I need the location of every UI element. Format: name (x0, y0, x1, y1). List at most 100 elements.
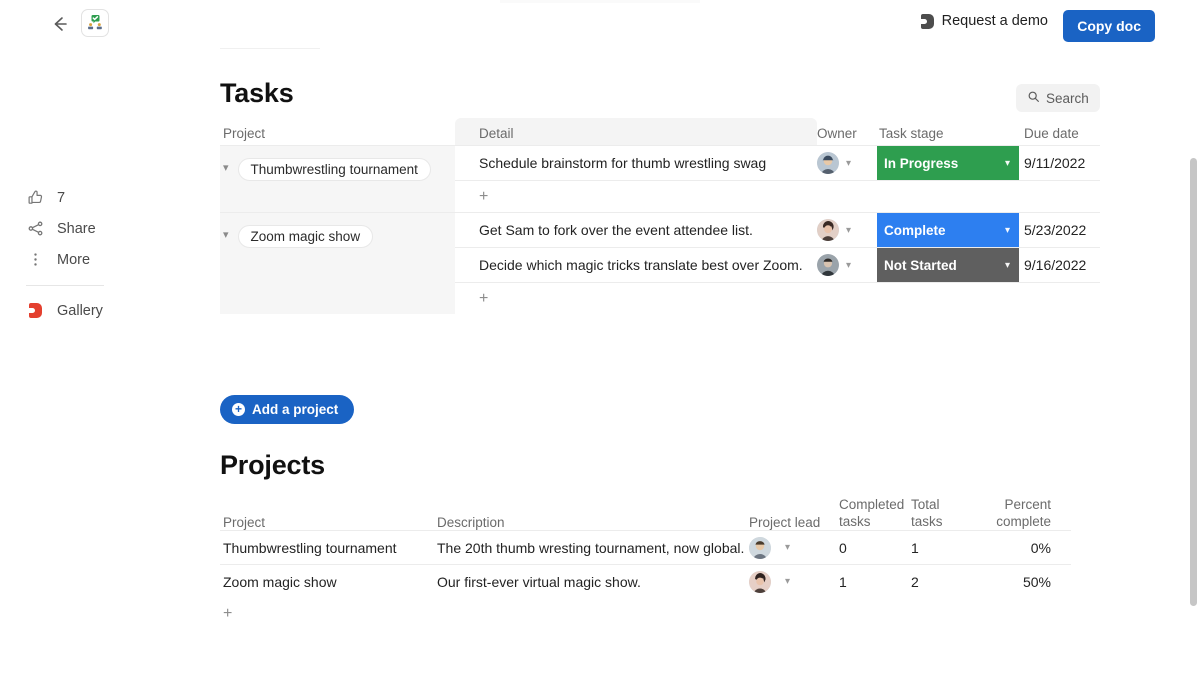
task-detail-cell[interactable]: Schedule brainstorm for thumb wrestling … (455, 146, 817, 180)
tasks-table: Project Detail Owner Task stage Due date… (220, 118, 1100, 314)
scroll-artifact-line (220, 48, 320, 49)
task-stage-cell[interactable]: In Progress ▾ (877, 146, 1019, 180)
tasks-col-due-date[interactable]: Due date (1019, 118, 1100, 145)
project-description-cell[interactable]: The 20th thumb wresting tournament, now … (437, 540, 749, 556)
task-stage-cell[interactable]: Complete ▾ (877, 213, 1019, 247)
chevron-down-icon[interactable]: ▾ (846, 158, 851, 169)
task-due-date-cell[interactable]: 9/16/2022 (1019, 248, 1100, 282)
projects-col-total-tasks[interactable]: Total tasks (911, 496, 976, 530)
status-badge-label: In Progress (884, 156, 958, 171)
request-demo-link[interactable]: Request a demo (921, 13, 1048, 29)
back-arrow-icon[interactable] (48, 13, 70, 35)
project-percent-complete-cell[interactable]: 0% (976, 540, 1054, 556)
task-owner-cell[interactable]: ▾ (817, 248, 877, 282)
task-detail-cell[interactable]: Get Sam to fork over the event attendee … (455, 213, 817, 247)
project-add-row[interactable]: + (220, 598, 1071, 630)
projects-col-completed-tasks[interactable]: Completed tasks (839, 496, 911, 530)
plus-icon[interactable]: + (479, 189, 488, 205)
avatar (817, 219, 839, 241)
avatar (817, 254, 839, 276)
rail-item-share[interactable]: Share (26, 213, 176, 244)
search-icon (1027, 90, 1040, 106)
table-row[interactable]: Thumbwrestling tournament The 20th thumb… (220, 530, 1071, 564)
chevron-down-icon[interactable]: ▾ (846, 260, 851, 271)
task-group-project-cell[interactable]: ▾ Zoom magic show (220, 213, 455, 314)
add-project-button[interactable]: + Add a project (220, 395, 354, 424)
thumbs-up-icon (26, 189, 44, 206)
chevron-down-icon[interactable]: ▾ (785, 576, 790, 587)
project-name-cell[interactable]: Thumbwrestling tournament (220, 540, 437, 556)
coda-logo-icon (26, 303, 44, 318)
request-demo-label: Request a demo (942, 13, 1048, 29)
left-rail: 7 Share More (26, 182, 176, 326)
table-row[interactable]: Zoom magic show Our first-ever virtual m… (220, 564, 1071, 598)
project-completed-tasks-cell[interactable]: 0 (839, 540, 911, 556)
avatar (817, 152, 839, 174)
tasks-col-owner[interactable]: Owner (817, 118, 877, 145)
projects-col-lead[interactable]: Project lead (749, 515, 839, 530)
search-button[interactable]: Search (1016, 84, 1100, 112)
top-bar: Request a demo Copy doc (0, 0, 1200, 48)
plus-circle-icon: + (232, 403, 245, 416)
project-name-cell[interactable]: Zoom magic show (220, 574, 437, 590)
chevron-down-icon[interactable]: ▾ (223, 163, 229, 174)
task-group-project-pill[interactable]: Zoom magic show (238, 225, 374, 248)
status-badge: Complete ▾ (877, 213, 1019, 247)
project-total-tasks-cell[interactable]: 1 (911, 540, 976, 556)
tasks-col-project[interactable]: Project (220, 118, 455, 145)
task-add-row[interactable]: + (455, 181, 1100, 212)
task-group-project-cell[interactable]: ▾ Thumbwrestling tournament (220, 146, 455, 212)
project-lead-cell[interactable]: ▾ (749, 571, 839, 593)
chevron-down-icon[interactable]: ▾ (785, 542, 790, 553)
rail-share-label: Share (57, 221, 96, 237)
rail-likes-count: 7 (57, 190, 65, 206)
project-description-cell[interactable]: Our first-ever virtual magic show. (437, 574, 749, 590)
team-check-app-icon[interactable] (81, 9, 109, 37)
task-due-date-cell[interactable]: 5/23/2022 (1019, 213, 1100, 247)
chevron-down-icon[interactable]: ▾ (1005, 158, 1010, 169)
scrollbar-track[interactable] (1187, 0, 1200, 675)
task-owner-cell[interactable]: ▾ (817, 146, 877, 180)
project-lead-cell[interactable]: ▾ (749, 537, 839, 559)
task-detail-cell[interactable]: Decide which magic tricks translate best… (455, 248, 817, 282)
task-owner-cell[interactable]: ▾ (817, 213, 877, 247)
rail-item-likes[interactable]: 7 (26, 182, 176, 213)
project-percent-complete-cell[interactable]: 50% (976, 574, 1054, 590)
plus-icon[interactable]: + (479, 291, 488, 307)
tasks-col-detail[interactable]: Detail (455, 118, 817, 145)
plus-icon[interactable]: + (223, 606, 232, 622)
scrollbar-thumb[interactable] (1190, 158, 1197, 606)
rail-more-label: More (57, 252, 90, 268)
tasks-table-header: Project Detail Owner Task stage Due date (220, 118, 1100, 145)
task-due-date-cell[interactable]: 9/11/2022 (1019, 146, 1100, 180)
table-row[interactable]: Decide which magic tricks translate best… (455, 248, 1100, 283)
tasks-col-task-stage[interactable]: Task stage (877, 118, 1019, 145)
project-total-tasks-cell[interactable]: 2 (911, 574, 976, 590)
projects-col-percent-line2: complete (976, 513, 1051, 530)
task-group-project-pill[interactable]: Thumbwrestling tournament (238, 158, 431, 181)
table-row[interactable]: Schedule brainstorm for thumb wrestling … (455, 146, 1100, 181)
chevron-down-icon[interactable]: ▾ (223, 230, 229, 241)
project-completed-tasks-cell[interactable]: 1 (839, 574, 911, 590)
chevron-down-icon[interactable]: ▾ (1005, 260, 1010, 271)
projects-col-description[interactable]: Description (437, 515, 749, 530)
rail-item-gallery[interactable]: Gallery (26, 295, 176, 326)
rail-item-more[interactable]: More (26, 244, 176, 275)
projects-col-total-line1: Total (911, 496, 976, 513)
task-add-row[interactable]: + (455, 283, 1100, 314)
copy-doc-button[interactable]: Copy doc (1063, 10, 1155, 42)
task-group: ▾ Thumbwrestling tournament Schedule bra… (220, 145, 1100, 212)
task-stage-cell[interactable]: Not Started ▾ (877, 248, 1019, 282)
status-badge: Not Started ▾ (877, 248, 1019, 282)
avatar (749, 571, 771, 593)
projects-table-header: Project Description Project lead Complet… (220, 488, 1071, 530)
table-row[interactable]: Get Sam to fork over the event attendee … (455, 213, 1100, 248)
chevron-down-icon[interactable]: ▾ (1005, 225, 1010, 236)
projects-col-completed-line1: Completed (839, 496, 911, 513)
projects-col-percent-complete[interactable]: Percent complete (976, 496, 1054, 530)
rail-divider (26, 285, 104, 286)
projects-col-project[interactable]: Project (220, 515, 437, 530)
chevron-down-icon[interactable]: ▾ (846, 225, 851, 236)
tasks-page-title: Tasks (220, 78, 294, 109)
rail-gallery-label: Gallery (57, 303, 103, 319)
